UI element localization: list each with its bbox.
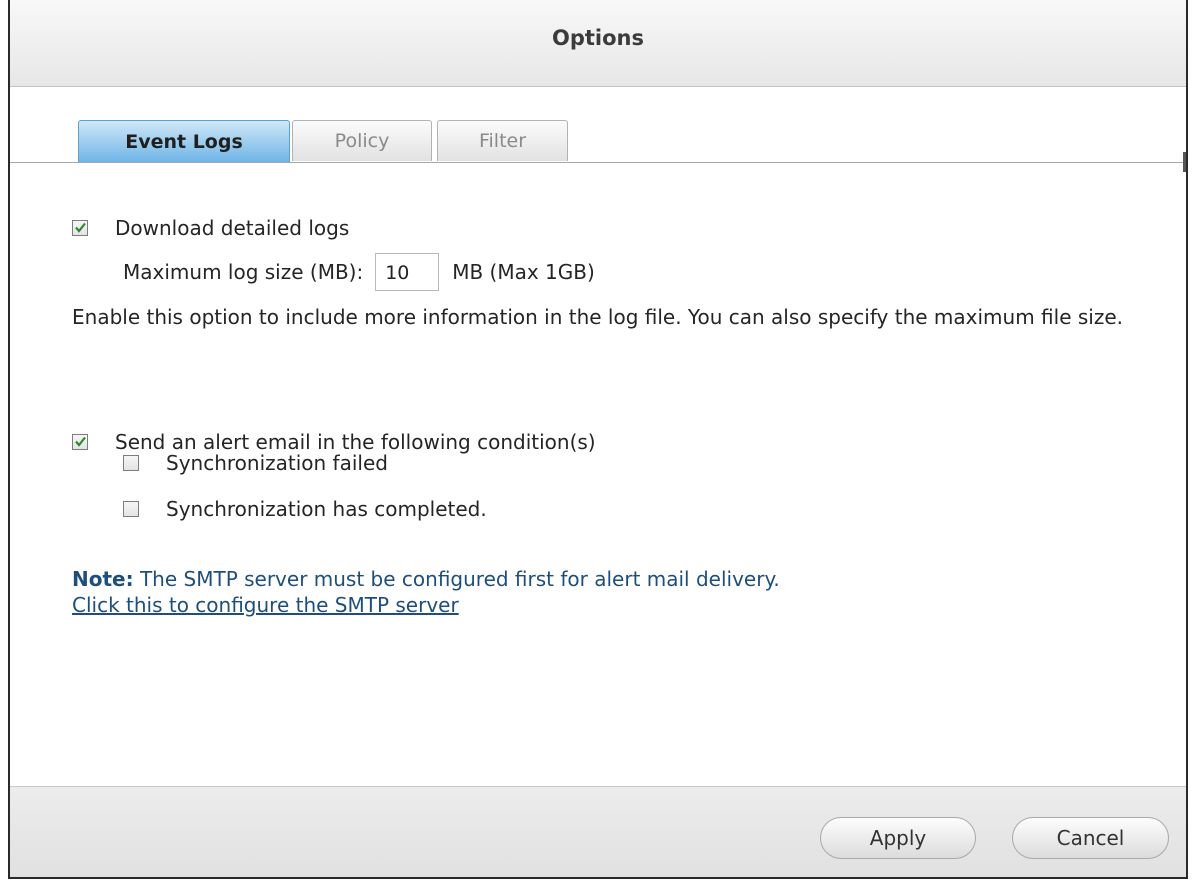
note-text: The SMTP server must be configured first… xyxy=(133,567,780,591)
tab-bar: Event Logs Policy Filter xyxy=(10,120,1186,163)
download-detailed-row: Download detailed logs xyxy=(72,216,349,240)
tab-event-logs[interactable]: Event Logs xyxy=(78,120,290,162)
window-edge-marker xyxy=(1183,152,1186,172)
cancel-button[interactable]: Cancel xyxy=(1012,817,1169,859)
sync-completed-label: Synchronization has completed. xyxy=(166,497,487,521)
configure-smtp-link[interactable]: Click this to configure the SMTP server xyxy=(72,593,459,617)
dialog-titlebar: Options xyxy=(10,0,1186,87)
smtp-note: Note: The SMTP server must be configured… xyxy=(72,566,780,618)
checkmark-icon xyxy=(75,436,86,447)
condition-row-failed: Synchronization failed xyxy=(123,451,388,475)
condition-row-completed: Synchronization has completed. xyxy=(123,497,487,521)
download-detailed-label: Download detailed logs xyxy=(115,216,350,240)
apply-button[interactable]: Apply xyxy=(820,817,976,859)
download-description: Enable this option to include more infor… xyxy=(72,305,1123,329)
tab-policy[interactable]: Policy xyxy=(292,120,432,161)
options-dialog: Options Event Logs Policy Filter Downloa… xyxy=(8,0,1188,879)
max-log-size-row: Maximum log size (MB): MB (Max 1GB) xyxy=(123,253,595,291)
checkmark-icon xyxy=(75,222,86,233)
sync-completed-checkbox[interactable] xyxy=(123,501,139,517)
download-detailed-checkbox[interactable] xyxy=(72,220,88,236)
max-log-size-suffix: MB (Max 1GB) xyxy=(452,260,595,284)
max-log-size-label: Maximum log size (MB): xyxy=(123,260,364,284)
tab-filter[interactable]: Filter xyxy=(437,120,568,161)
sync-failed-label: Synchronization failed xyxy=(166,451,388,475)
note-prefix: Note: xyxy=(72,567,134,591)
dialog-footer: Apply Cancel xyxy=(10,786,1186,877)
dialog-title: Options xyxy=(552,26,644,50)
sync-failed-checkbox[interactable] xyxy=(123,455,139,471)
alert-email-checkbox[interactable] xyxy=(72,434,88,450)
max-log-size-input[interactable] xyxy=(375,253,440,291)
